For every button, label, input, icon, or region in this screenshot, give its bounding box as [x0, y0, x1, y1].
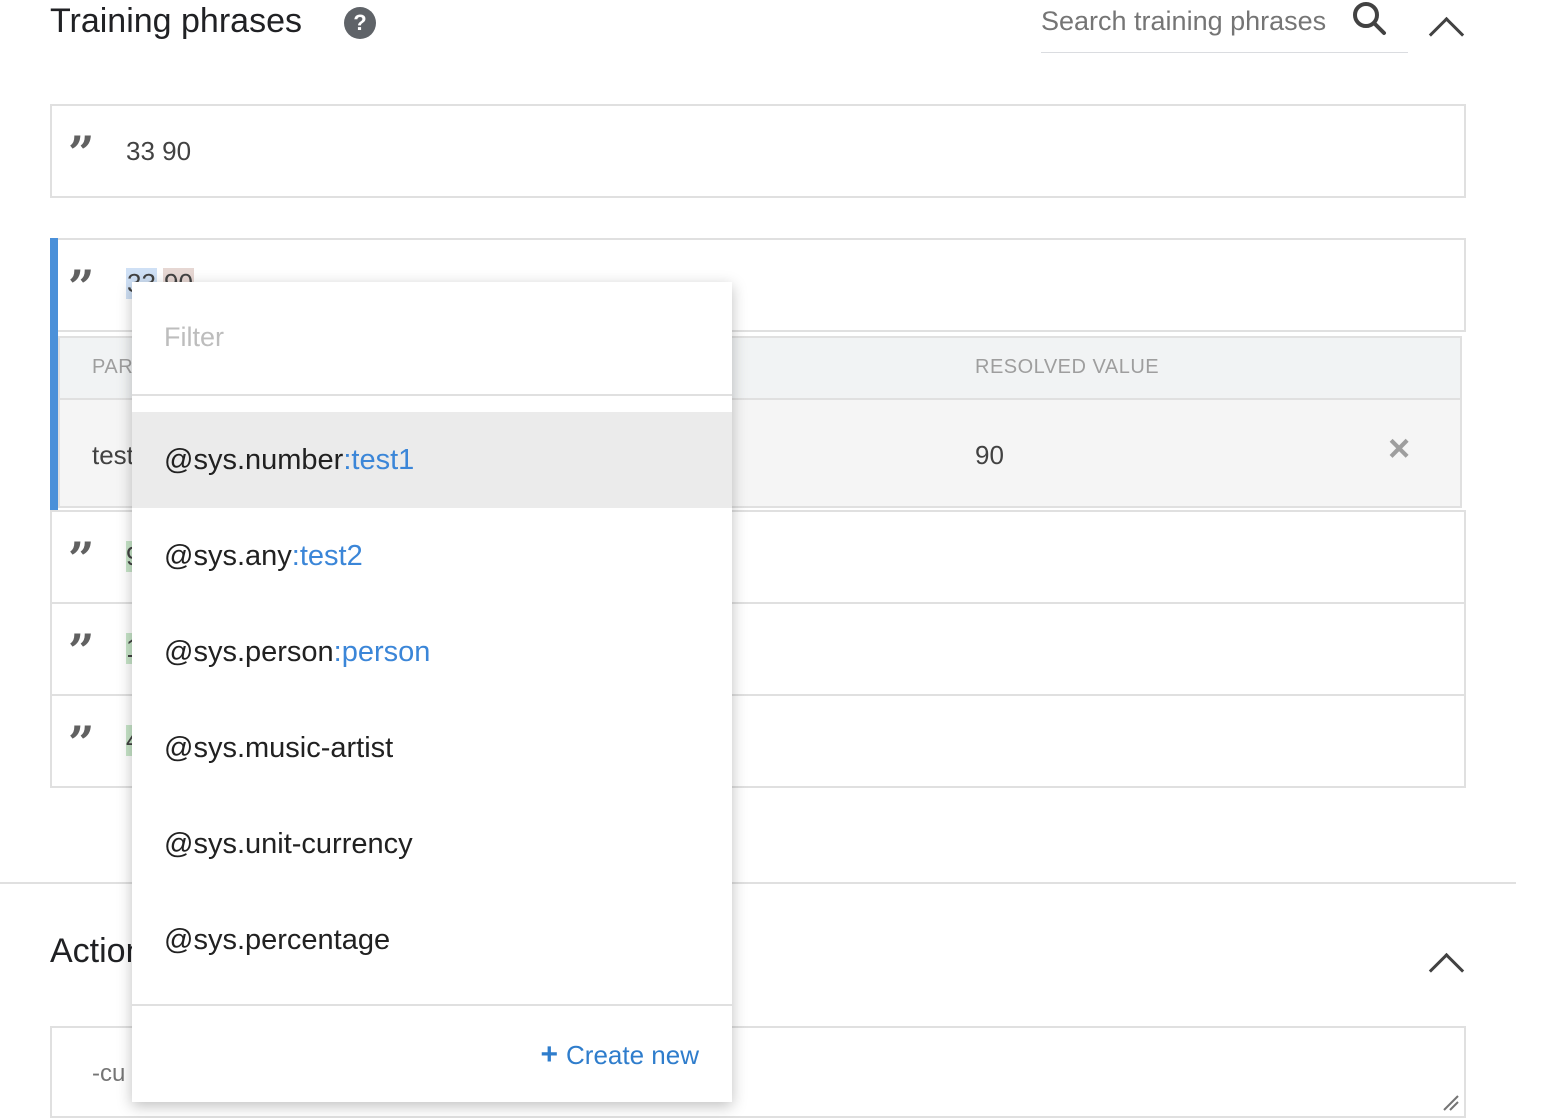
quote-icon: ” — [68, 716, 95, 770]
action-textarea-value[interactable]: -cu — [92, 1060, 125, 1088]
plus-icon: + — [540, 1038, 559, 1071]
entity-alias: :test1 — [343, 443, 415, 476]
search-placeholder[interactable]: Search training phrases — [1041, 6, 1326, 37]
entity-dropdown: Filter @sys.number:test1 @sys.any:test2 … — [132, 282, 732, 1102]
phrase-text[interactable]: 33 90 — [126, 136, 191, 167]
resolved-value[interactable]: 90 — [975, 440, 1004, 471]
chevron-up-icon[interactable] — [1428, 952, 1465, 989]
entity-option-percentage[interactable]: @sys.percentage — [132, 892, 732, 988]
quote-icon: ” — [68, 532, 95, 586]
entity-option-number[interactable]: @sys.number:test1 — [132, 412, 732, 508]
entity-name: @sys.number — [164, 443, 344, 476]
quote-icon: ” — [68, 126, 95, 180]
close-icon[interactable]: × — [1388, 428, 1410, 471]
entity-option-any[interactable]: @sys.any:test2 — [132, 508, 732, 604]
entity-alias: :person — [333, 635, 431, 668]
help-circle-icon[interactable]: ? — [344, 7, 376, 39]
help-glyph: ? — [353, 10, 367, 35]
entity-name: @sys.music-artist — [164, 731, 394, 764]
entity-name: @sys.unit-currency — [164, 827, 413, 860]
dropdown-footer: + Create new — [132, 1004, 732, 1104]
create-new-label: Create new — [566, 1040, 699, 1070]
entity-name: @sys.any — [164, 539, 292, 572]
training-phrases-title: Training phrases — [50, 2, 302, 40]
training-phrase-row[interactable] — [50, 104, 1466, 198]
filter-placeholder[interactable]: Filter — [164, 322, 224, 353]
create-new-button[interactable]: + Create new — [541, 1038, 700, 1072]
entity-option-person[interactable]: @sys.person:person — [132, 604, 732, 700]
chevron-up-icon[interactable] — [1428, 16, 1465, 53]
search-icon[interactable] — [1350, 0, 1388, 38]
quote-icon: ” — [68, 260, 95, 314]
entity-option-music-artist[interactable]: @sys.music-artist — [132, 700, 732, 796]
entity-option-unit-currency[interactable]: @sys.unit-currency — [132, 796, 732, 892]
entity-name: @sys.person — [164, 635, 334, 668]
active-row-indicator — [50, 238, 58, 511]
entity-name: @sys.percentage — [164, 923, 391, 956]
entity-alias: :test2 — [291, 539, 363, 572]
filter-field[interactable]: Filter — [132, 282, 732, 396]
resolved-value-column-header: RESOLVED VALUE — [975, 356, 1160, 378]
resize-handle-icon[interactable] — [1442, 1094, 1460, 1112]
quote-icon: ” — [68, 624, 95, 678]
